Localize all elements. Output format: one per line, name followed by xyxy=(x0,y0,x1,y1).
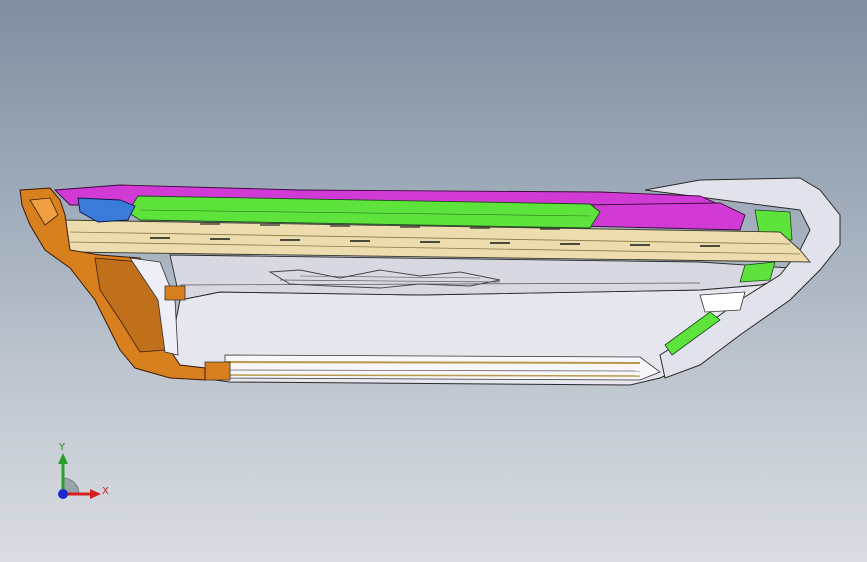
y-axis-label: Y xyxy=(59,442,66,453)
model-geometry[interactable] xyxy=(0,0,867,562)
coordinate-triad-icon xyxy=(58,453,101,499)
graphics-viewport[interactable]: Y X xyxy=(0,0,867,562)
x-axis-label: X xyxy=(102,486,109,497)
